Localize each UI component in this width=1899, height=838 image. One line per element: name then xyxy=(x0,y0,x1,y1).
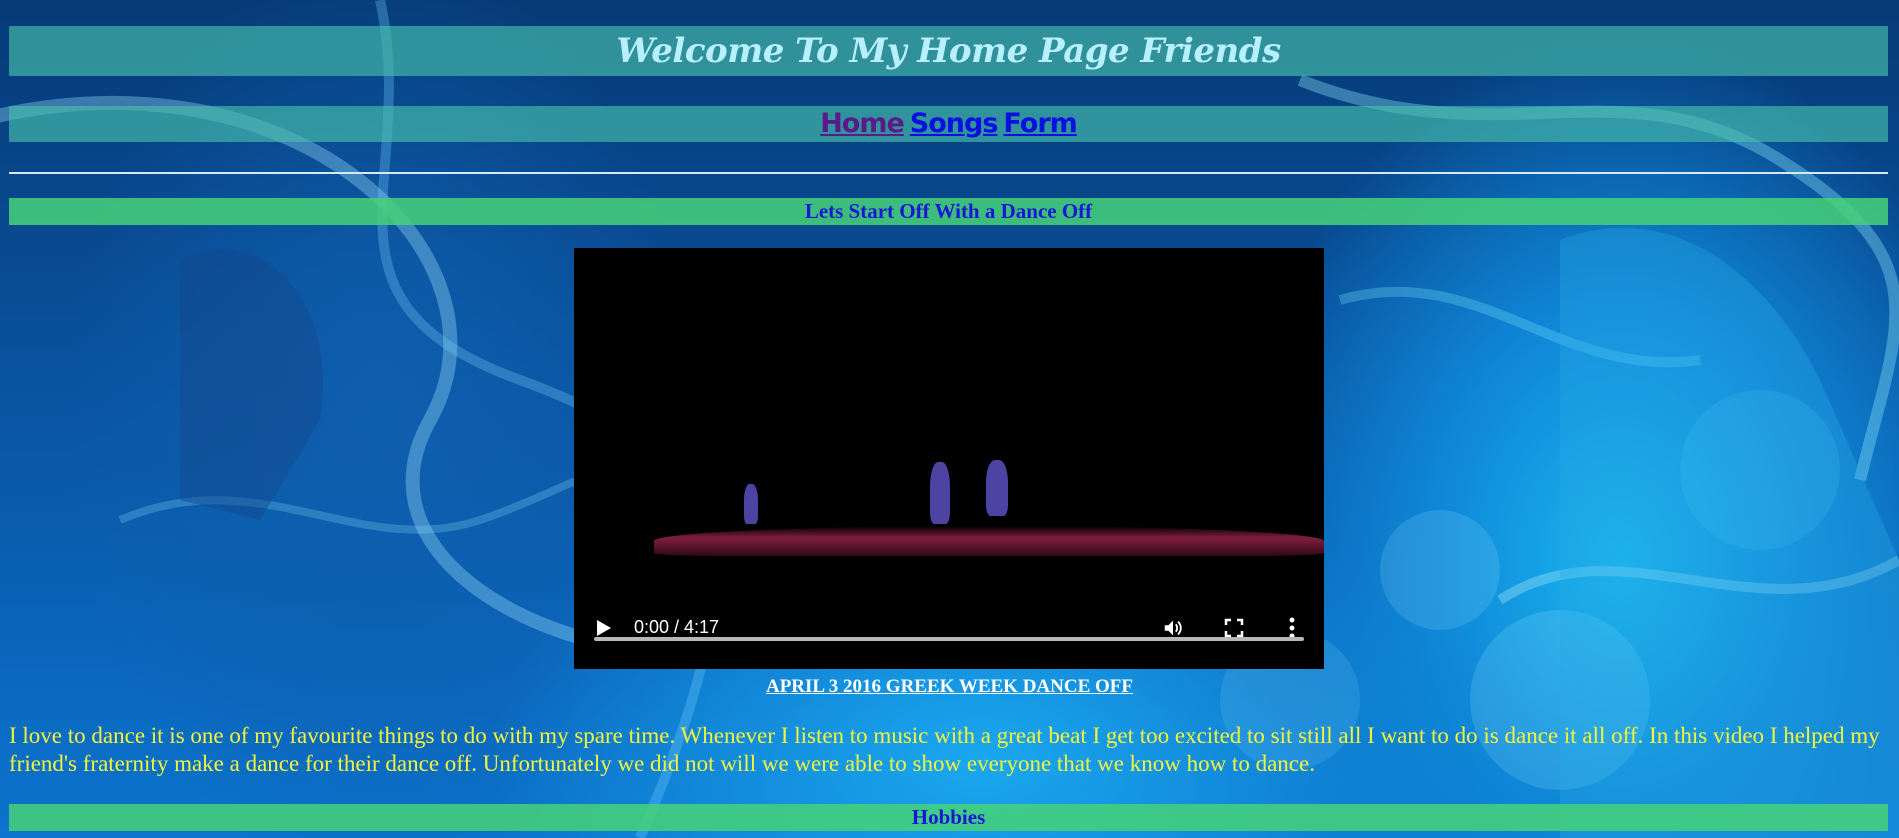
title-banner: Welcome To My Home Page Friends xyxy=(9,26,1888,76)
hobbies-section-heading: Hobbies xyxy=(911,805,986,829)
play-icon[interactable] xyxy=(596,619,612,637)
video-frame-dancer xyxy=(744,484,758,524)
volume-icon[interactable] xyxy=(1162,617,1184,639)
dance-paragraph: I love to dance it is one of my favourit… xyxy=(9,723,1880,776)
nav-bar: Home Songs Form xyxy=(9,106,1888,142)
video-frame-dancer xyxy=(986,460,1008,516)
video-controls: 0:00 / 4:17 xyxy=(574,597,1324,669)
video-frame-dancer xyxy=(930,462,950,524)
video-caption-text: APRIL 3 2016 GREEK WEEK DANCE OFF xyxy=(765,676,1134,697)
page-title: Welcome To My Home Page Friends xyxy=(616,31,1281,71)
video-time-display: 0:00 / 4:17 xyxy=(634,617,720,637)
video-caption: APRIL 3 2016 GREEK WEEK DANCE OFF xyxy=(0,676,1899,698)
nav-link-home[interactable]: Home xyxy=(820,108,905,139)
hobbies-section-header: Hobbies xyxy=(9,804,1888,831)
fullscreen-icon[interactable] xyxy=(1224,618,1244,638)
video-progress-bar[interactable] xyxy=(594,637,1304,641)
dance-section-heading: Lets Start Off With a Dance Off xyxy=(804,199,1093,223)
video-player[interactable]: 0:00 / 4:17 xyxy=(574,248,1324,669)
video-frame-stage xyxy=(654,526,1324,556)
horizontal-rule xyxy=(9,172,1888,174)
nav-link-songs[interactable]: Songs xyxy=(910,108,999,139)
dance-section-header: Lets Start Off With a Dance Off xyxy=(9,198,1888,225)
nav-link-form[interactable]: Form xyxy=(1003,108,1077,139)
